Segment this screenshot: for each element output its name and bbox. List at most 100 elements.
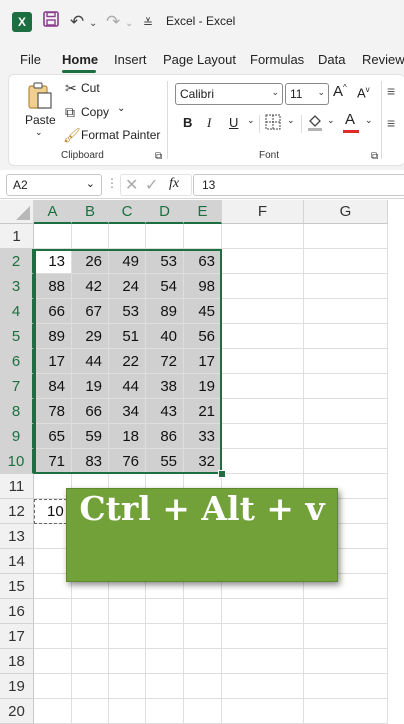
cell-e18[interactable] — [184, 649, 222, 674]
cell-f8[interactable] — [222, 399, 304, 424]
fill-color-dropdown-icon[interactable]: ⌄ — [327, 115, 335, 126]
cell-f9[interactable] — [222, 424, 304, 449]
cell-d7[interactable]: 38 — [146, 374, 184, 399]
cell-e3[interactable]: 98 — [184, 274, 222, 299]
cell-b8[interactable]: 66 — [72, 399, 109, 424]
italic-button[interactable]: I — [207, 115, 211, 131]
cell-a7[interactable]: 84 — [34, 374, 72, 399]
cell-g19[interactable] — [304, 674, 388, 699]
cell-b7[interactable]: 19 — [72, 374, 109, 399]
cell-e6[interactable]: 17 — [184, 349, 222, 374]
column-header-b[interactable]: B — [72, 200, 109, 224]
row-header-5[interactable]: 5 — [0, 324, 34, 349]
cell-c18[interactable] — [109, 649, 146, 674]
cell-a5[interactable]: 89 — [34, 324, 72, 349]
cell-b18[interactable] — [72, 649, 109, 674]
tab-home[interactable]: Home — [62, 52, 98, 67]
redo-icon[interactable]: ↷ — [106, 10, 120, 34]
cell-g10[interactable] — [304, 449, 388, 474]
cell-g5[interactable] — [304, 324, 388, 349]
cell-f4[interactable] — [222, 299, 304, 324]
paste-icon[interactable] — [25, 81, 55, 114]
cell-f2[interactable] — [222, 249, 304, 274]
cell-c10[interactable]: 76 — [109, 449, 146, 474]
align-top-icon[interactable]: ≡ — [387, 83, 395, 99]
row-header-7[interactable]: 7 — [0, 374, 34, 399]
cell-c16[interactable] — [109, 599, 146, 624]
redo-dropdown-icon[interactable]: ⌄ — [125, 12, 133, 36]
row-header-8[interactable]: 8 — [0, 399, 34, 424]
tab-insert[interactable]: Insert — [114, 52, 147, 67]
cell-f16[interactable] — [222, 599, 304, 624]
select-all-corner[interactable] — [0, 200, 34, 224]
cell-g8[interactable] — [304, 399, 388, 424]
cell-g18[interactable] — [304, 649, 388, 674]
cell-d18[interactable] — [146, 649, 184, 674]
row-header-18[interactable]: 18 — [0, 649, 34, 674]
cell-f7[interactable] — [222, 374, 304, 399]
cell-f1[interactable] — [222, 224, 304, 249]
cell-c20[interactable] — [109, 699, 146, 724]
cell-g9[interactable] — [304, 424, 388, 449]
cell-a17[interactable] — [34, 624, 72, 649]
cell-d19[interactable] — [146, 674, 184, 699]
fill-color-icon[interactable] — [307, 113, 323, 134]
row-header-4[interactable]: 4 — [0, 299, 34, 324]
column-header-d[interactable]: D — [146, 200, 184, 224]
undo-dropdown-icon[interactable]: ⌄ — [89, 12, 97, 36]
row-header-19[interactable]: 19 — [0, 674, 34, 699]
cell-f10[interactable] — [222, 449, 304, 474]
copy-icon[interactable]: ⧉ — [65, 104, 75, 120]
cell-f6[interactable] — [222, 349, 304, 374]
copy-dropdown-icon[interactable]: ⌄ — [117, 103, 125, 114]
tab-data[interactable]: Data — [318, 52, 345, 67]
cancel-icon[interactable]: ✕ — [125, 175, 138, 195]
cell-b6[interactable]: 44 — [72, 349, 109, 374]
cell-f5[interactable] — [222, 324, 304, 349]
cell-e1[interactable] — [184, 224, 222, 249]
cell-f17[interactable] — [222, 624, 304, 649]
name-box[interactable]: A2 ⌄ — [6, 174, 102, 196]
row-header-17[interactable]: 17 — [0, 624, 34, 649]
font-launcher-icon[interactable]: ⧉ — [371, 149, 378, 165]
cell-a19[interactable] — [34, 674, 72, 699]
cell-f3[interactable] — [222, 274, 304, 299]
cell-g20[interactable] — [304, 699, 388, 724]
cell-a1[interactable] — [34, 224, 72, 249]
cell-d8[interactable]: 43 — [146, 399, 184, 424]
cell-c2[interactable]: 49 — [109, 249, 146, 274]
cell-b3[interactable]: 42 — [72, 274, 109, 299]
cell-a6[interactable]: 17 — [34, 349, 72, 374]
cell-g7[interactable] — [304, 374, 388, 399]
font-color-dropdown-icon[interactable]: ⌄ — [365, 115, 373, 126]
customize-qat-icon[interactable]: ≚ — [143, 11, 153, 35]
row-header-13[interactable]: 13 — [0, 524, 34, 549]
insert-function-button[interactable]: fx — [169, 176, 179, 192]
cell-a4[interactable]: 66 — [34, 299, 72, 324]
column-header-f[interactable]: F — [222, 200, 304, 224]
cell-e10[interactable]: 32 — [184, 449, 222, 474]
cell-b10[interactable]: 83 — [72, 449, 109, 474]
paste-dropdown-icon[interactable]: ⌄ — [35, 127, 43, 138]
cell-g4[interactable] — [304, 299, 388, 324]
cut-icon[interactable]: ✂ — [65, 80, 77, 96]
cell-e20[interactable] — [184, 699, 222, 724]
cell-f20[interactable] — [222, 699, 304, 724]
cell-a20[interactable] — [34, 699, 72, 724]
cell-b2[interactable]: 26 — [72, 249, 109, 274]
column-header-e[interactable]: E — [184, 200, 222, 224]
cell-g16[interactable] — [304, 599, 388, 624]
row-header-15[interactable]: 15 — [0, 574, 34, 599]
cell-c8[interactable]: 34 — [109, 399, 146, 424]
cell-a8[interactable]: 78 — [34, 399, 72, 424]
shrink-font-button[interactable]: Av — [357, 85, 370, 100]
cell-c4[interactable]: 53 — [109, 299, 146, 324]
row-header-12[interactable]: 12 — [0, 499, 34, 524]
cell-b19[interactable] — [72, 674, 109, 699]
tab-formulas[interactable]: Formulas — [250, 52, 304, 67]
cell-d2[interactable]: 53 — [146, 249, 184, 274]
cell-g17[interactable] — [304, 624, 388, 649]
cell-b4[interactable]: 67 — [72, 299, 109, 324]
row-header-3[interactable]: 3 — [0, 274, 34, 299]
cell-a16[interactable] — [34, 599, 72, 624]
